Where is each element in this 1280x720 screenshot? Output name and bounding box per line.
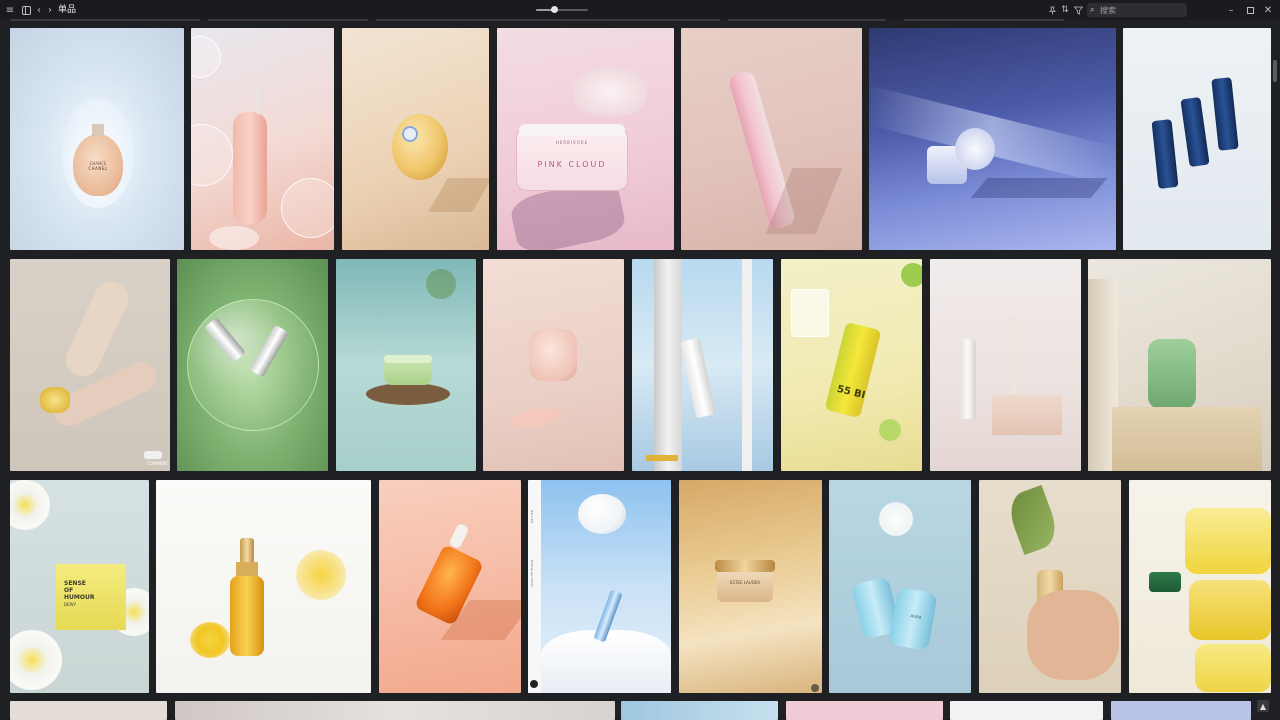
gallery-image-partial[interactable] <box>621 701 778 720</box>
close-icon[interactable]: ✕ <box>1262 0 1274 20</box>
product-label-line: OF <box>64 587 74 594</box>
gallery-image-chanel-perfume[interactable]: CHANCE CHANEL <box>10 28 184 250</box>
previous-row-strip <box>728 19 886 21</box>
gallery-image-pink-jar[interactable] <box>483 259 624 471</box>
product-label-line: HUMOUR <box>64 594 95 601</box>
sidebar-toggle-icon[interactable] <box>20 0 32 20</box>
page-title: 单品 <box>58 5 77 15</box>
gallery-image-green-bubbles[interactable] <box>177 259 328 471</box>
filter-icon[interactable] <box>1072 0 1084 20</box>
search-icon: ⌕ <box>1090 5 1095 14</box>
gallery-image-blue-serum-flower[interactable]: AURA <box>829 480 971 693</box>
zoom-icon[interactable] <box>811 684 819 692</box>
zoom-slider[interactable] <box>536 6 588 13</box>
gallery-image-white-tube-tree[interactable] <box>632 259 773 471</box>
previous-row-strip <box>208 19 368 21</box>
gallery-image-partial[interactable] <box>10 701 167 720</box>
gallery-image-partial[interactable] <box>950 701 1103 720</box>
sort-icon[interactable]: ⇅ <box>1059 0 1071 20</box>
gallery-image-yellow-bottles[interactable] <box>1129 480 1271 693</box>
product-label: ESTEE LAUDER <box>729 580 761 585</box>
gallery-image-orange-serum[interactable] <box>379 480 521 693</box>
product-label: SENSE OF HUMOUR DEWY <box>64 580 94 608</box>
gallery-image-partial[interactable] <box>1111 701 1251 720</box>
gallery-image-partial[interactable] <box>786 701 943 720</box>
previous-row-strip <box>904 19 1064 21</box>
chevron-right-icon[interactable]: › <box>45 0 55 20</box>
gallery-image-blue-serum-tubes[interactable] <box>1123 28 1271 250</box>
product-brand: HERBIVORE <box>555 140 589 145</box>
poster-side-text: Dairy Ma <box>530 510 534 524</box>
watermark-label: COMMENT <box>147 461 168 466</box>
gallery-image-sense-of-humour[interactable]: SENSE OF HUMOUR DEWY <box>10 480 149 693</box>
gallery-image-hand-dropper[interactable] <box>979 480 1121 693</box>
gallery-image-perfume-bottle[interactable] <box>342 28 489 250</box>
previous-row-strip <box>10 19 200 21</box>
menu-icon[interactable]: ≡ <box>4 0 16 20</box>
gallery-image-white-bottles-block[interactable] <box>930 259 1081 471</box>
search-input[interactable]: ⌕ 搜索 <box>1087 3 1187 17</box>
product-label: PINK CLOUD <box>537 160 607 169</box>
minimize-icon[interactable]: – <box>1225 0 1237 20</box>
arrow-up-icon[interactable]: ▲ <box>1257 700 1269 712</box>
title-bar: ≡ ‹ › 单品 ⇅ ⌕ 搜索 – ✕ <box>0 0 1280 20</box>
product-label-line: SENSE <box>64 580 86 587</box>
gallery-image-pink-tube[interactable] <box>681 28 862 250</box>
product-label: CHANEL <box>88 166 108 171</box>
chevron-left-icon[interactable]: ‹ <box>34 0 44 20</box>
pin-icon[interactable] <box>1046 0 1058 20</box>
gallery-image-hand-perfume[interactable]: COMMENT <box>10 259 170 471</box>
gallery-image-green-jar-water[interactable] <box>336 259 476 471</box>
previous-row-strip <box>376 19 720 21</box>
poster-side-text: Photograph Works <box>530 560 534 588</box>
gallery-image-cream-jar-blue[interactable] <box>869 28 1116 250</box>
gallery-image-water-flosser[interactable] <box>191 28 334 250</box>
search-placeholder: 搜索 <box>1100 5 1116 15</box>
vertical-scrollbar[interactable] <box>1273 60 1277 82</box>
gallery-image-loccitane-oil[interactable] <box>156 480 371 693</box>
maximize-icon[interactable] <box>1244 0 1256 20</box>
gallery-image-cloud-poster[interactable]: Dairy Ma Photograph Works <box>528 480 671 693</box>
gallery-image-estee-lauder-cream[interactable]: ESTEE LAUDER <box>679 480 822 693</box>
gallery-image-partial[interactable] <box>175 701 615 720</box>
gallery-image-yellow-can[interactable]: 55 BI <box>781 259 922 471</box>
zoom-slider-knob[interactable] <box>551 6 559 13</box>
gallery-image-pink-cloud-cream[interactable]: HERBIVORE PINK CLOUD <box>497 28 674 250</box>
gallery-image-green-bottle-drape[interactable] <box>1088 259 1271 471</box>
product-label-line: DEWY <box>64 602 77 607</box>
